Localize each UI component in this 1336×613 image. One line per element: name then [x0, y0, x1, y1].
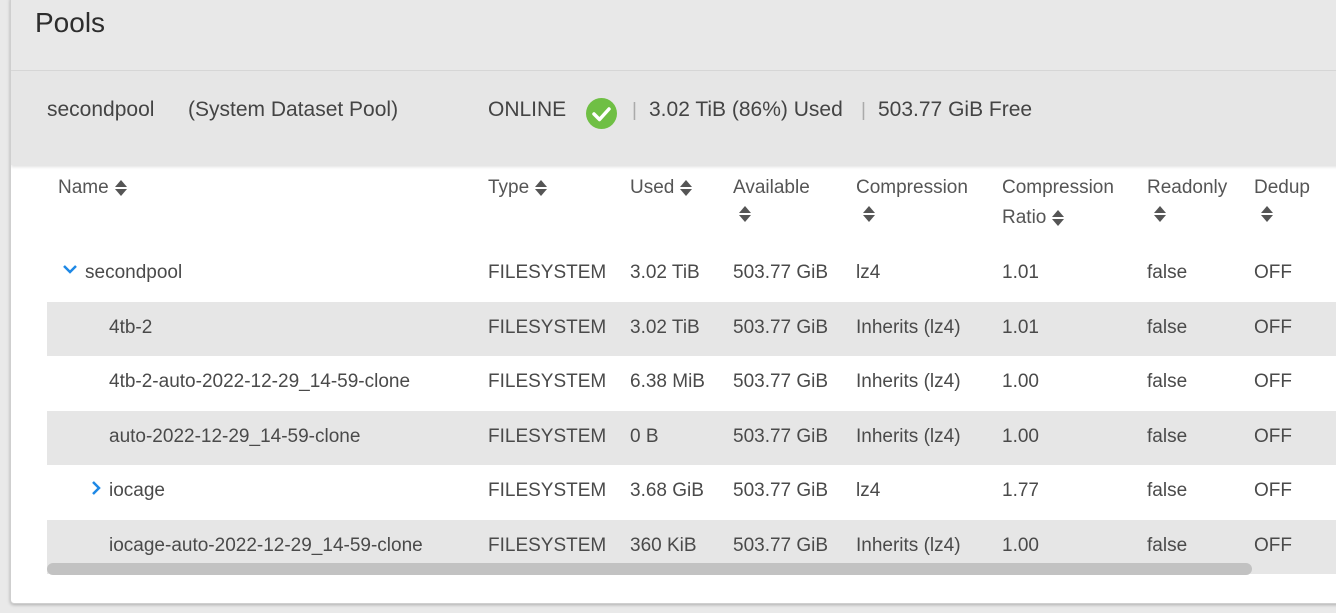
dataset-used: 3.68 GiB — [630, 480, 704, 501]
sort-icon[interactable] — [1154, 205, 1166, 223]
dataset-dedup: OFF — [1254, 426, 1292, 447]
dataset-used: 3.02 TiB — [630, 317, 700, 338]
dataset-compression: lz4 — [856, 480, 881, 501]
dataset-used: 0 B — [630, 426, 659, 447]
pools-card: Pools secondpool (System Dataset Pool) O… — [10, 0, 1336, 604]
dataset-readonly: false — [1147, 426, 1188, 447]
column-header-compression-ratio-line2[interactable]: Ratio — [1002, 203, 1065, 233]
check-circle-icon — [586, 98, 617, 129]
dataset-readonly: false — [1147, 371, 1188, 392]
sort-icon[interactable] — [535, 179, 548, 197]
sort-icon[interactable] — [1261, 205, 1273, 223]
dataset-compression: Inherits (lz4) — [856, 426, 961, 447]
sort-icon[interactable] — [863, 205, 875, 223]
chevron-right-icon[interactable] — [89, 478, 103, 498]
dataset-available: 503.77 GiB — [733, 317, 829, 338]
dataset-compression: Inherits (lz4) — [856, 535, 961, 556]
dataset-type: FILESYSTEM — [488, 317, 607, 338]
dataset-compression: lz4 — [856, 262, 881, 283]
chevron-down-icon[interactable] — [62, 260, 78, 280]
horizontal-scrollbar[interactable] — [47, 563, 1252, 575]
dataset-available: 503.77 GiB — [733, 535, 829, 556]
dataset-type: FILESYSTEM — [488, 480, 607, 501]
dataset-type: FILESYSTEM — [488, 426, 607, 447]
column-header-readonly[interactable]: Readonly — [1147, 173, 1227, 203]
dataset-ratio: 1.01 — [1002, 262, 1039, 283]
column-header-type[interactable]: Type — [488, 173, 548, 203]
pool-name: secondpool — [47, 98, 155, 121]
dataset-available: 503.77 GiB — [733, 480, 829, 501]
table-row[interactable]: 4tb-2-auto-2022-12-29_14-59-clone FILESY… — [47, 356, 1336, 410]
page-title: Pools — [35, 7, 106, 38]
dataset-ratio: 1.00 — [1002, 535, 1039, 556]
sort-icon[interactable] — [114, 179, 127, 197]
table-row[interactable]: iocage FILESYSTEM 3.68 GiB 503.77 GiB lz… — [47, 465, 1336, 519]
dataset-name: iocage — [109, 480, 165, 501]
pool-free: 503.77 GiB Free — [878, 98, 1033, 121]
dataset-readonly: false — [1147, 317, 1188, 338]
separator: | — [632, 100, 637, 121]
dataset-type: FILESYSTEM — [488, 535, 607, 556]
sort-icon[interactable] — [739, 205, 751, 223]
dataset-dedup: OFF — [1254, 371, 1292, 392]
dataset-readonly: false — [1147, 262, 1188, 283]
dataset-used: 3.02 TiB — [630, 262, 700, 283]
column-header-available[interactable]: Available — [733, 173, 810, 203]
sort-icon[interactable] — [1052, 209, 1065, 227]
dataset-dedup: OFF — [1254, 535, 1292, 556]
dataset-used: 360 KiB — [630, 535, 697, 556]
table-row[interactable]: secondpool FILESYSTEM 3.02 TiB 503.77 Gi… — [47, 247, 1336, 301]
dataset-used: 6.38 MiB — [630, 371, 705, 392]
dataset-name: 4tb-2-auto-2022-12-29_14-59-clone — [109, 371, 411, 392]
column-header-dedup[interactable]: Dedup — [1254, 173, 1310, 203]
table-row[interactable]: 4tb-2 FILESYSTEM 3.02 TiB 503.77 GiB Inh… — [47, 302, 1336, 356]
dataset-ratio: 1.77 — [1002, 480, 1039, 501]
dataset-ratio: 1.01 — [1002, 317, 1039, 338]
column-header-compression[interactable]: Compression — [856, 173, 968, 203]
column-header-name[interactable]: Name — [58, 173, 127, 203]
dataset-type: FILESYSTEM — [488, 371, 607, 392]
dataset-ratio: 1.00 — [1002, 426, 1039, 447]
dataset-name: iocage-auto-2022-12-29_14-59-clone — [109, 535, 423, 556]
dataset-name: 4tb-2 — [109, 317, 153, 338]
pool-role: (System Dataset Pool) — [188, 98, 399, 121]
dataset-name: secondpool — [85, 262, 183, 283]
dataset-dedup: OFF — [1254, 480, 1292, 501]
dataset-compression: Inherits (lz4) — [856, 317, 961, 338]
column-header-compression-ratio[interactable]: Compression — [1002, 173, 1114, 203]
dataset-name: auto-2022-12-29_14-59-clone — [109, 426, 361, 447]
dataset-compression: Inherits (lz4) — [856, 371, 961, 392]
column-header-used[interactable]: Used — [630, 173, 693, 203]
dataset-readonly: false — [1147, 535, 1188, 556]
pool-summary-bar: secondpool (System Dataset Pool) ONLINE … — [11, 71, 1336, 165]
dataset-type: FILESYSTEM — [488, 262, 607, 283]
dataset-dedup: OFF — [1254, 317, 1292, 338]
pool-status: ONLINE — [488, 98, 567, 121]
dataset-dedup: OFF — [1254, 262, 1292, 283]
dataset-available: 503.77 GiB — [733, 371, 829, 392]
separator: | — [861, 100, 866, 121]
dataset-available: 503.77 GiB — [733, 262, 829, 283]
pool-used: 3.02 TiB (86%) Used — [649, 98, 843, 121]
sort-icon[interactable] — [680, 179, 693, 197]
dataset-ratio: 1.00 — [1002, 371, 1039, 392]
table-row[interactable]: auto-2022-12-29_14-59-clone FILESYSTEM 0… — [47, 411, 1336, 465]
dataset-readonly: false — [1147, 480, 1188, 501]
dataset-available: 503.77 GiB — [733, 426, 829, 447]
card-header: Pools — [11, 0, 1336, 71]
